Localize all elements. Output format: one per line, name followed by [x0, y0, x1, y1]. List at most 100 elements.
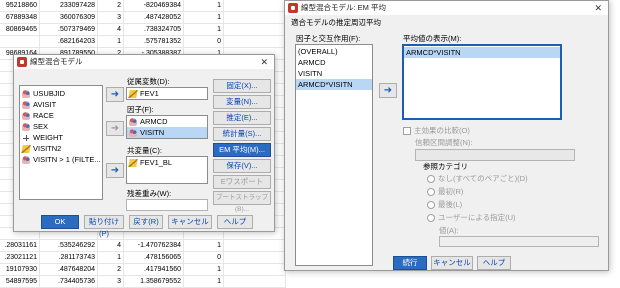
table-cell[interactable]: .738324705	[124, 24, 184, 36]
table-cell[interactable]	[224, 240, 286, 252]
table-cell[interactable]: 2	[98, 0, 124, 12]
help-button[interactable]: ヘルプ	[477, 256, 511, 270]
table-cell[interactable]: 360076309	[40, 12, 98, 24]
list-item[interactable]: AVISIT	[20, 99, 102, 110]
list-item[interactable]: ARMCD	[127, 116, 207, 127]
list-item[interactable]: ARMCD*VISITN	[404, 47, 560, 58]
table-cell[interactable]: .281173743	[40, 252, 98, 264]
table-cell[interactable]: .507379469	[40, 24, 98, 36]
factors-interactions-list[interactable]: (OVERALL) ARMCD VISITN ARMCD*VISITN	[295, 44, 373, 266]
table-cell[interactable]: .535246292	[40, 240, 98, 252]
table-cell[interactable]	[224, 36, 286, 48]
fixed-button[interactable]: 固定(X)...	[213, 79, 271, 93]
table-cell[interactable]: .417941560	[124, 264, 184, 276]
residual-weight-field[interactable]	[126, 199, 208, 211]
table-cell[interactable]: 1.358679552	[124, 276, 184, 288]
radio-none-pairwise[interactable]	[427, 175, 435, 183]
list-item[interactable]: WEIGHT	[20, 132, 102, 143]
table-cell[interactable]: 80869465	[0, 24, 40, 36]
table-cell[interactable]	[224, 24, 286, 36]
table-cell[interactable]: 3	[98, 12, 124, 24]
em-means-button[interactable]: EM 平均(M)...	[213, 143, 271, 157]
table-cell[interactable]: 1	[184, 276, 224, 288]
table-cell[interactable]: 1	[98, 36, 124, 48]
ok-button[interactable]: OK	[41, 215, 79, 229]
compare-main-effects-checkbox[interactable]	[403, 127, 411, 135]
list-item[interactable]: VISITN > 1 (FILTE...	[20, 154, 102, 165]
close-icon[interactable]: ✕	[594, 1, 602, 15]
table-cell[interactable]: 1	[184, 12, 224, 24]
cancel-button[interactable]: キャンセル	[431, 256, 473, 270]
table-cell[interactable]: .487428052	[124, 12, 184, 24]
radio-first[interactable]	[427, 188, 435, 196]
dialog-titlebar[interactable]: 線型混合モデル: EM 平均 ✕	[285, 1, 608, 15]
list-item[interactable]: VISITN	[296, 68, 372, 79]
table-cell[interactable]: .575781352	[124, 36, 184, 48]
table-cell[interactable]: 0	[184, 252, 224, 264]
ci-adjustment-select[interactable]	[415, 149, 575, 161]
save-button[interactable]: 保存(V)...	[213, 159, 271, 173]
statistics-button[interactable]: 統計量(S)...	[213, 127, 271, 141]
estimation-button[interactable]: 推定(E)...	[213, 111, 271, 125]
table-cell[interactable]: 1	[184, 0, 224, 12]
dialog-titlebar[interactable]: 線型混合モデル ✕	[14, 55, 274, 69]
close-icon[interactable]: ✕	[260, 55, 268, 69]
table-cell[interactable]	[224, 12, 286, 24]
help-button[interactable]: ヘルプ	[217, 215, 253, 229]
table-cell[interactable]: 67889348	[0, 12, 40, 24]
value-field[interactable]	[439, 236, 599, 247]
list-item[interactable]: USUBJID	[20, 88, 102, 99]
table-cell[interactable]: 54897595	[0, 276, 40, 288]
table-cell[interactable]	[224, 264, 286, 276]
list-item[interactable]: RACE	[20, 110, 102, 121]
covariates-list[interactable]: FEV1_BL	[126, 156, 208, 184]
table-cell[interactable]: .487648204	[40, 264, 98, 276]
move-to-covariates-button[interactable]: ➜	[106, 163, 124, 178]
table-cell[interactable]: 1	[184, 264, 224, 276]
list-item[interactable]: ARMCD	[296, 57, 372, 68]
table-cell[interactable]	[224, 276, 286, 288]
table-cell[interactable]: -820469384	[124, 0, 184, 12]
list-item[interactable]: VISITN	[127, 127, 207, 138]
table-cell[interactable]: 1	[184, 240, 224, 252]
variable-list[interactable]: USUBJID AVISIT RACE SEX WEIGHT VISITN2 V…	[19, 85, 103, 200]
list-item[interactable]: ARMCD*VISITN	[296, 79, 372, 90]
move-to-factors-button[interactable]: ➜	[106, 121, 124, 136]
list-item[interactable]: SEX	[20, 121, 102, 132]
table-cell[interactable]: 1	[184, 24, 224, 36]
table-cell[interactable]: 0	[184, 36, 224, 48]
bootstrap-button[interactable]: ブートストラップ(B)...	[213, 191, 271, 213]
table-cell[interactable]: .734405736	[40, 276, 98, 288]
table-cell[interactable]: 2	[98, 264, 124, 276]
table-cell[interactable]: -1.470762384	[124, 240, 184, 252]
table-cell[interactable]: 4	[98, 24, 124, 36]
table-cell[interactable]: 1	[98, 252, 124, 264]
display-means-list[interactable]: ARMCD*VISITN	[402, 44, 562, 120]
export-button[interactable]: Eワスポート	[213, 175, 271, 189]
reset-button[interactable]: 戻す(R)	[129, 215, 163, 229]
table-cell[interactable]: .28031161	[0, 240, 40, 252]
radio-custom[interactable]	[427, 214, 435, 222]
table-cell[interactable]: .682164203	[40, 36, 98, 48]
factors-list[interactable]: ARMCD VISITN	[126, 115, 208, 139]
list-item[interactable]: VISITN2	[20, 143, 102, 154]
dependent-field[interactable]: FEV1	[126, 87, 208, 100]
table-cell[interactable]: .23021121	[0, 252, 40, 264]
table-cell[interactable]: 3	[98, 276, 124, 288]
table-cell[interactable]: 233097428	[40, 0, 98, 12]
radio-last[interactable]	[427, 201, 435, 209]
list-item[interactable]: (OVERALL)	[296, 46, 372, 57]
table-cell[interactable]: .478156065	[124, 252, 184, 264]
continue-button[interactable]: 続行	[393, 256, 427, 270]
list-item[interactable]: FEV1_BL	[127, 157, 207, 168]
table-cell[interactable]	[224, 252, 286, 264]
cancel-button[interactable]: キャンセル	[168, 215, 212, 229]
table-cell[interactable]: 4	[98, 240, 124, 252]
move-to-display-button[interactable]: ➜	[379, 83, 397, 98]
table-cell[interactable]: 95218860	[0, 0, 40, 12]
random-button[interactable]: 変量(N)...	[213, 95, 271, 109]
paste-button[interactable]: 貼り付け(P)	[84, 215, 124, 238]
table-cell[interactable]	[224, 0, 286, 12]
move-to-dependent-button[interactable]: ➜	[106, 87, 124, 102]
table-cell[interactable]: 19107930	[0, 264, 40, 276]
